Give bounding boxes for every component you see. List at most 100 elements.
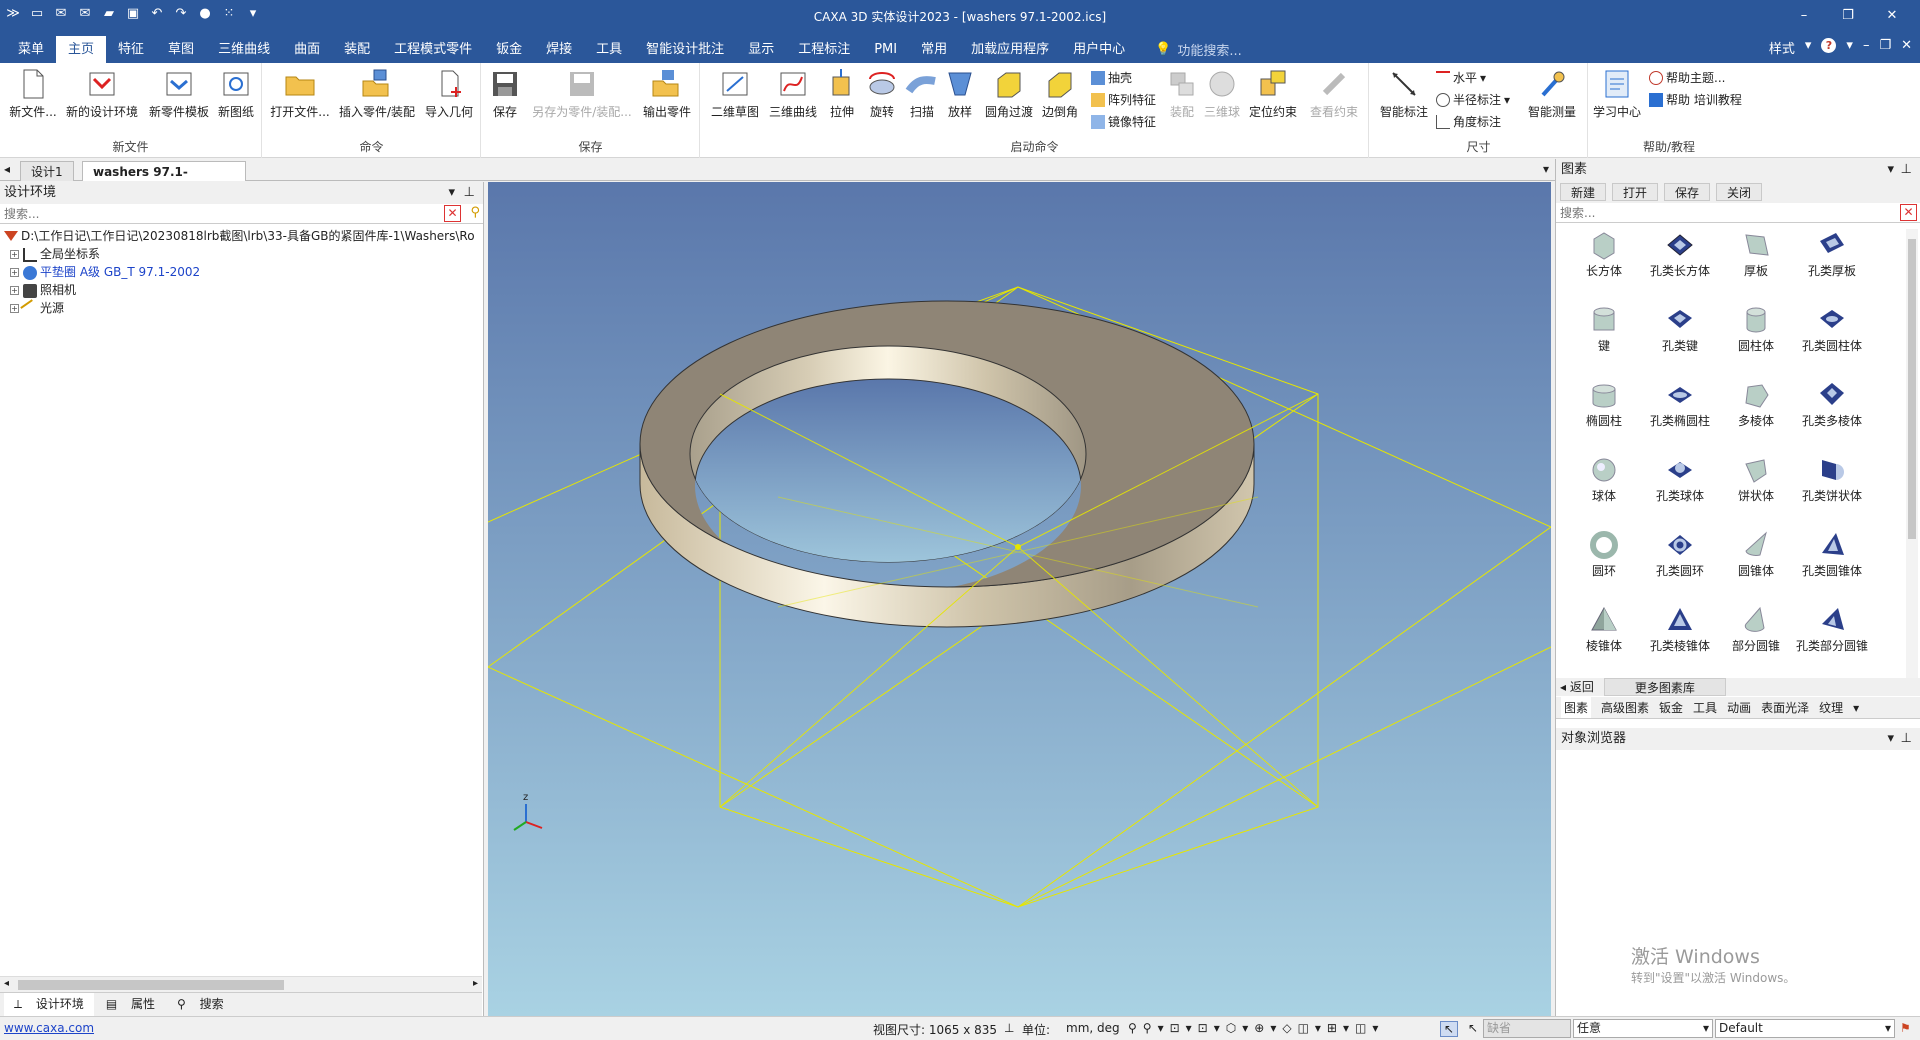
cat-tab-tools[interactable]: 工具 [1693,697,1717,718]
element-item[interactable]: 键 [1564,304,1644,354]
doc-tabs-dropdown-icon[interactable]: ▾ [1543,162,1549,176]
tab-tools[interactable]: 工具 [584,36,634,63]
catalog-open-button[interactable]: 打开 [1612,183,1659,201]
tab-sketch[interactable]: 草图 [156,36,206,63]
save-button[interactable]: 保存 [488,67,522,120]
tab-assembly[interactable]: 装配 [332,36,382,63]
more-library-button[interactable]: 更多图素库 [1603,678,1726,696]
tab-design-env[interactable]: ⟂ 设计环境 [4,993,94,1016]
catalog-save-button[interactable]: 保存 [1664,183,1711,201]
tab-sheet-metal[interactable]: 钣金 [484,36,534,63]
tab-menu[interactable]: 菜单 [6,36,56,63]
element-item[interactable]: 孔类多棱体 [1792,379,1872,429]
doc-tab-design1[interactable]: 设计1 [20,161,74,181]
default-select-box[interactable]: 缺省 [1483,1019,1571,1038]
tree-item-global-coords[interactable]: + 全局坐标系 [0,245,483,263]
tree-item-root[interactable]: D:\工作日记\工作日记\20230818lrb截图\lrb\33-具备GB的紧… [0,227,483,245]
element-item[interactable]: 长方体 [1564,229,1644,279]
view-constraint-button[interactable]: 查看约束 [1305,67,1363,120]
insert-part-button[interactable]: 插入零件/装配 [335,67,419,120]
element-item[interactable]: 椭圆柱 [1564,379,1644,429]
new-part-template-button[interactable]: 新零件模板 [146,67,212,120]
three-ball-button[interactable]: 三维球 [1201,67,1243,120]
element-item[interactable]: 孔类椭圆柱 [1640,379,1720,429]
element-item[interactable]: 孔类棱锥体 [1640,604,1720,654]
element-item[interactable]: 厚板 [1716,229,1796,279]
tab-properties[interactable]: ▤ 属性 [96,993,165,1016]
cat-tab-sheet-metal[interactable]: 钣金 [1659,697,1683,718]
element-item[interactable]: 圆环 [1564,529,1644,579]
assemble-button[interactable]: 装配 [1165,67,1199,120]
element-item[interactable]: 孔类长方体 [1640,229,1720,279]
horizontal-dim-button[interactable]: 水平 ▾ [1436,69,1486,86]
cat-tab-advanced[interactable]: 高级图素 [1601,697,1649,718]
fillet-button[interactable]: 圆角过渡 [981,67,1037,120]
element-item[interactable]: 孔类圆环 [1640,529,1720,579]
origin-point[interactable] [1015,544,1021,550]
element-item[interactable]: 孔类圆锥体 [1792,529,1872,579]
doc-close-icon[interactable]: ✕ [1901,38,1912,57]
feature-search[interactable]: 💡 功能搜索... [1155,36,1242,63]
shell-button[interactable]: 抽壳 [1091,69,1132,86]
select-cursor-icon[interactable]: ↖ [1440,1021,1459,1037]
radius-dim-button[interactable]: 半径标注 ▾ [1436,91,1510,108]
catalog-vertical-scrollbar[interactable] [1906,229,1918,679]
locate-constraint-button[interactable]: 定位约束 [1245,67,1301,120]
open-file-button[interactable]: 打开文件... [269,67,331,120]
tab-common[interactable]: 常用 [909,36,959,63]
doc-tab-washers[interactable]: washers 97.1-2002.ics✕ [82,161,246,199]
element-item[interactable]: 孔类键 [1640,304,1720,354]
tab-3d-curve[interactable]: 三维曲线 [206,36,282,63]
tab-welding[interactable]: 焊接 [534,36,584,63]
pin-icon[interactable]: ⊥ [1901,728,1912,750]
new-design-env-button[interactable]: 新的设计环境 [62,67,142,120]
clear-search-icon[interactable]: ✕ [444,205,461,222]
filter-select-box[interactable]: 任意 ▾ [1573,1019,1713,1038]
expand-icon[interactable]: + [10,286,19,295]
left-horizontal-scrollbar[interactable]: ◂ ▸ [0,976,482,992]
scroll-left-icon[interactable]: ◂ [4,978,9,989]
extrude-button[interactable]: 拉伸 [825,67,859,120]
catalog-close-button[interactable]: 关闭 [1716,183,1763,201]
help-icon[interactable]: ? [1821,38,1837,53]
help-topics-button[interactable]: 帮助主题... [1649,69,1725,86]
element-item[interactable]: 孔类部分圆锥 [1792,604,1872,654]
tab-user-center[interactable]: 用户中心 [1061,36,1137,63]
doc-tabs-arrow-icon[interactable]: ◂ [4,162,10,176]
sketch2d-button[interactable]: 二维草图 [707,67,763,120]
tab-home[interactable]: 主页 [56,36,107,63]
catalog-new-button[interactable]: 新建 [1560,183,1607,201]
angle-dim-button[interactable]: 角度标注 [1436,113,1501,130]
doc-restore-icon[interactable]: ❐ [1879,38,1891,57]
mirror-button[interactable]: 镜像特征 [1091,113,1156,130]
restore-button[interactable]: ❐ [1826,4,1870,28]
tree-item-camera[interactable]: + 照相机 [0,281,483,299]
tab-surface[interactable]: 曲面 [282,36,332,63]
element-item[interactable]: 孔类圆柱体 [1792,304,1872,354]
expand-icon[interactable]: + [10,268,19,277]
tab-addins[interactable]: 加载应用程序 [959,36,1061,63]
style-menu[interactable]: 样式 [1769,38,1795,57]
3d-viewport[interactable]: z [488,182,1551,1016]
filter-icon[interactable]: ⚲ [470,205,480,220]
minimize-button[interactable]: – [1782,4,1826,28]
element-item[interactable]: 孔类球体 [1640,454,1720,504]
panel-dropdown-icon[interactable]: ▾ [448,182,455,204]
tab-search[interactable]: ⚲ 搜索 [167,993,234,1016]
pin-icon[interactable]: ⊥ [464,182,475,204]
sweep-button[interactable]: 扫描 [905,67,939,120]
tab-engineering-mark[interactable]: 工程标注 [786,36,862,63]
element-item[interactable]: 球体 [1564,454,1644,504]
caxa-url-link[interactable]: www.caxa.com [4,1021,94,1035]
scroll-right-icon[interactable]: ▸ [473,978,478,989]
cat-tab-texture[interactable]: 纹理 [1819,697,1843,718]
tree-search-input[interactable] [0,204,440,223]
pattern-button[interactable]: 阵列特征 [1091,91,1156,108]
viewport-canvas[interactable]: z [488,182,1551,1016]
element-item[interactable]: 孔类饼状体 [1792,454,1872,504]
loft-button[interactable]: 放样 [943,67,977,120]
learning-center-button[interactable]: 学习中心 [1589,67,1645,120]
catalog-scroll-thumb[interactable] [1908,239,1916,539]
close-button[interactable]: ✕ [1870,4,1914,28]
element-item[interactable]: 孔类厚板 [1792,229,1872,279]
